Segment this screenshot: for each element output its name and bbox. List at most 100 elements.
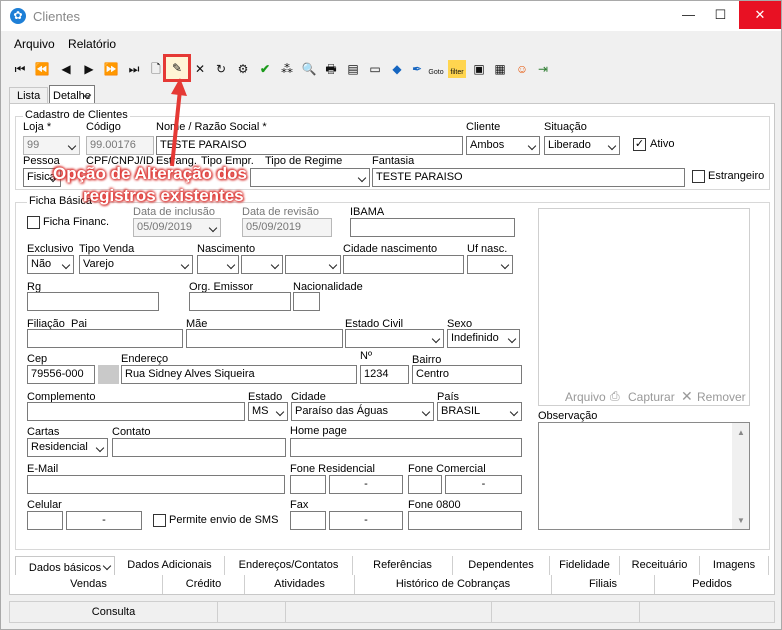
cliente-select[interactable]: Ambos (466, 136, 540, 155)
contato-field[interactable] (112, 438, 286, 457)
capture-icon[interactable]: ⎙ (610, 389, 620, 404)
image-icon[interactable]: ▣ (470, 60, 488, 78)
tab-receituario[interactable]: Receituário (620, 556, 700, 575)
confirm-icon[interactable]: ✔ (256, 60, 274, 78)
previous-record-icon[interactable]: ◀ (57, 60, 75, 78)
preview-icon[interactable]: 🔍 (300, 60, 318, 78)
tipovenda-select[interactable]: Varejo (79, 255, 193, 274)
homepage-field[interactable] (290, 438, 522, 457)
sms-checkbox[interactable] (153, 514, 166, 527)
user-icon[interactable]: ☺ (513, 60, 531, 78)
cep-field[interactable]: 79556-000 (27, 365, 95, 384)
next-record-icon[interactable]: ▶ (80, 60, 98, 78)
remove-icon[interactable]: ✕ (681, 388, 693, 405)
tab-fidelidade[interactable]: Fidelidade (550, 556, 620, 575)
loja-select[interactable]: 99 (23, 136, 80, 155)
menu-relatorio[interactable]: Relatório (68, 37, 116, 51)
nacionalidade-field[interactable] (293, 292, 320, 311)
fantasia-field[interactable]: TESTE PARAISO (372, 168, 685, 187)
mae-field[interactable] (186, 329, 343, 348)
photo-arquivo-button[interactable]: Arquivo (565, 390, 606, 404)
minimize-button[interactable]: — (673, 1, 704, 29)
sparkle-icon[interactable]: ⁂ (278, 60, 296, 78)
cartas-select[interactable]: Residencial (27, 438, 108, 457)
cidade-nasc-field[interactable] (343, 255, 464, 274)
codigo-field[interactable]: 99.00176 (86, 136, 154, 155)
nasc-month-select[interactable] (241, 255, 283, 274)
properties-icon[interactable]: ⚙ (234, 60, 252, 78)
menu-arquivo[interactable]: Arquivo (14, 37, 55, 51)
fax-ddd-field[interactable] (290, 511, 326, 530)
print-icon[interactable]: 🖶 (322, 60, 340, 78)
cep-search-button[interactable] (98, 365, 119, 384)
scroll-up-icon[interactable]: ▲ (737, 428, 745, 437)
inclusao-field[interactable]: 05/09/2019 (133, 218, 221, 237)
card-icon[interactable]: ▭ (366, 60, 384, 78)
ativo-checkbox[interactable]: ✓ (633, 138, 646, 151)
estrangeiro-checkbox[interactable] (692, 170, 705, 183)
refresh-icon[interactable]: ↻ (212, 60, 230, 78)
nome-field[interactable]: TESTE PARAISO (156, 136, 463, 155)
tab-enderecos[interactable]: Endereços/Contatos (225, 556, 353, 575)
numero-field[interactable]: 1234 (360, 365, 409, 384)
celular-ddd-field[interactable] (27, 511, 63, 530)
tab-detalhe[interactable]: Detalhe (49, 85, 95, 104)
tab-imagens[interactable]: Imagens (700, 556, 769, 575)
ibama-field[interactable] (350, 218, 515, 237)
tab-lista[interactable]: Lista (9, 87, 49, 104)
photo-capturar-button[interactable]: Capturar (628, 390, 675, 404)
uf-nasc-select[interactable] (467, 255, 513, 274)
fone-com-field[interactable]: - (445, 475, 522, 494)
next-page-icon[interactable]: ⏩ (102, 60, 120, 78)
nasc-day-select[interactable] (197, 255, 239, 274)
tab-pedidos[interactable]: Pedidos (655, 575, 769, 594)
fone0800-field[interactable] (408, 511, 522, 530)
estado-select[interactable]: MS (248, 402, 288, 421)
sexo-select[interactable]: Indefinido (447, 329, 520, 348)
pais-select[interactable]: BRASIL (437, 402, 522, 421)
goto-icon[interactable]: Goto (427, 60, 445, 78)
fone-res-ddd-field[interactable] (290, 475, 326, 494)
filter-icon[interactable]: filter (448, 60, 466, 78)
delete-record-icon[interactable]: ✕ (191, 60, 209, 78)
regime-select[interactable] (250, 168, 370, 187)
complemento-field[interactable] (27, 402, 245, 421)
photo-remover-button[interactable]: Remover (697, 390, 746, 404)
tab-referencias[interactable]: Referências (353, 556, 453, 575)
first-record-icon[interactable]: ⏮ (11, 60, 29, 78)
tab-historico-cobrancas[interactable]: Histórico de Cobranças (355, 575, 552, 594)
tag-icon[interactable]: ◆ (388, 60, 406, 78)
fone-res-field[interactable]: - (329, 475, 403, 494)
observacao-scrollbar[interactable]: ▲ ▼ (732, 423, 749, 529)
exit-icon[interactable]: ⇥ (534, 60, 552, 78)
fone-com-ddd-field[interactable] (408, 475, 442, 494)
scroll-down-icon[interactable]: ▼ (737, 516, 745, 525)
tab-atividades[interactable]: Atividades (245, 575, 355, 594)
revisao-field[interactable]: 05/09/2019 (242, 218, 332, 237)
endereco-field[interactable]: Rua Sidney Alves Siqueira (121, 365, 357, 384)
report-icon[interactable]: ▤ (344, 60, 362, 78)
tab-dados-basicos[interactable]: Dados básicos (15, 556, 115, 575)
situacao-select[interactable]: Liberado (544, 136, 620, 155)
orgao-field[interactable] (189, 292, 291, 311)
email-field[interactable] (27, 475, 285, 494)
tab-filiais[interactable]: Filiais (552, 575, 655, 594)
fax-field[interactable]: - (329, 511, 403, 530)
maximize-button[interactable]: ☐ (705, 1, 736, 29)
pai-field[interactable] (27, 329, 183, 348)
observacao-textarea[interactable]: ▲ ▼ (538, 422, 750, 530)
gallery-icon[interactable]: ▦ (491, 60, 509, 78)
tab-credito[interactable]: Crédito (163, 575, 245, 594)
cidade-select[interactable]: Paraíso das Águas (291, 402, 434, 421)
bairro-field[interactable]: Centro (412, 365, 522, 384)
close-button[interactable]: ✕ (739, 1, 781, 29)
pen-icon[interactable]: ✒ (408, 60, 426, 78)
tab-dados-adicionais[interactable]: Dados Adicionais (115, 556, 225, 575)
tab-vendas[interactable]: Vendas (15, 575, 163, 594)
previous-page-icon[interactable]: ⏪ (33, 60, 51, 78)
rg-field[interactable] (27, 292, 159, 311)
exclusivo-select[interactable]: Não (27, 255, 74, 274)
last-record-icon[interactable]: ⏭ (125, 60, 143, 78)
estado-civil-select[interactable] (345, 329, 444, 348)
ficha-financ-checkbox[interactable] (27, 216, 40, 229)
